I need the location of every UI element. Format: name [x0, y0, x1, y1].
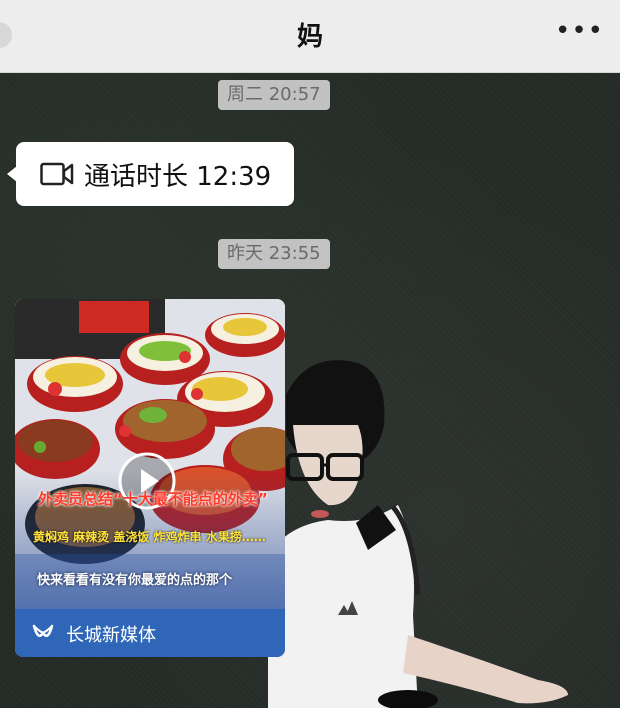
video-food-list: 黄焖鸡 麻辣烫 盖浇饭 炸鸡炸串 水果捞……: [33, 530, 266, 544]
video-prompt-text: 快来看看有没有你最爱的点的那个: [37, 573, 233, 588]
video-headline: 外卖员总结“十大最不能点的外卖”: [38, 490, 268, 508]
more-icon[interactable]: •••: [555, 16, 604, 46]
call-record-bubble[interactable]: 通话时长 12:39: [7, 142, 294, 206]
call-duration-label: 通话时长 12:39: [84, 162, 272, 192]
wallpaper-person-photo: [268, 360, 568, 708]
channel-logo-icon: [32, 624, 54, 637]
video-source-name: 长城新媒体: [66, 625, 156, 646]
video-call-icon: [40, 162, 74, 186]
message-timestamp: 周二 20:57: [218, 80, 330, 110]
chat-title: 妈: [296, 22, 323, 52]
video-source-bar[interactable]: 长城新媒体: [15, 609, 285, 657]
message-timestamp: 昨天 23:55: [218, 239, 330, 269]
chat-header: 妈 •••: [0, 0, 620, 73]
